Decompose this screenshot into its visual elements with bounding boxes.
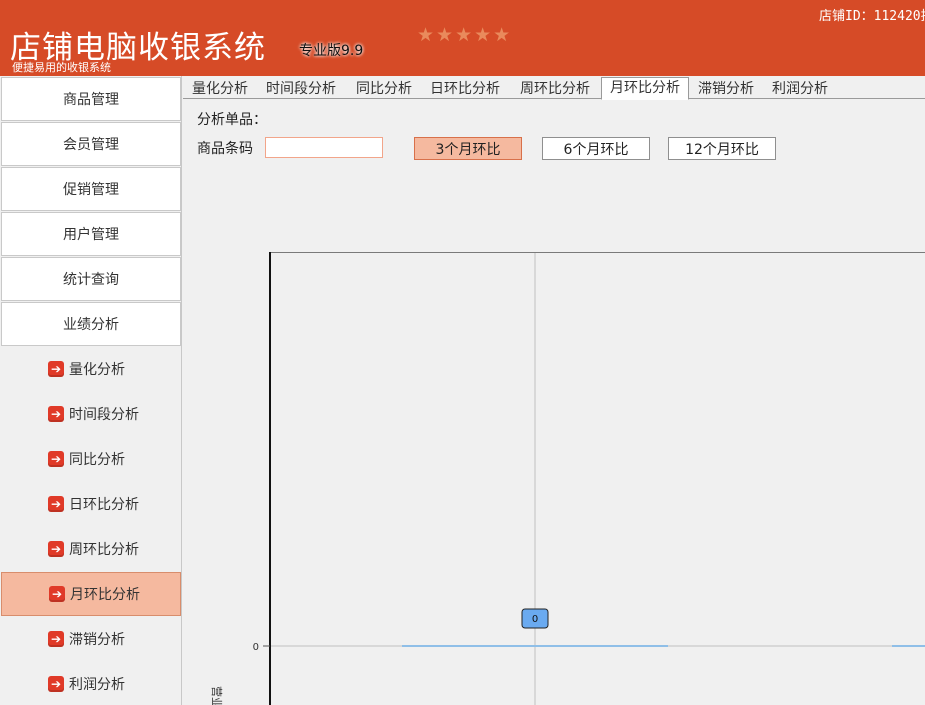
sidebar-subitem-time-period-analysis[interactable]: ➔ 时间段分析: [1, 392, 181, 436]
chart-area: 0 0 营业额: [183, 251, 925, 705]
app-subtitle: 便捷易用的收银系统: [12, 61, 111, 74]
sidebar-item-user-management[interactable]: 用户管理: [1, 212, 181, 256]
arrow-right-icon: ➔: [48, 541, 64, 557]
arrow-right-icon: ➔: [48, 496, 64, 512]
sidebar-item-statistics-query[interactable]: 统计查询: [1, 257, 181, 301]
revenue-chart: 0 0: [253, 252, 925, 705]
sidebar-item-member-management[interactable]: 会员管理: [1, 122, 181, 166]
arrow-right-icon: ➔: [48, 676, 64, 692]
sidebar-item-performance-analysis[interactable]: 业绩分析: [1, 302, 181, 346]
y-tick-label: 0: [253, 642, 259, 653]
tab-yoy-analysis[interactable]: 同比分析: [356, 79, 412, 99]
single-product-label: 分析单品：: [197, 112, 267, 128]
tab-daily-mom-analysis[interactable]: 日环比分析: [430, 79, 500, 99]
rating-stars-icon: ★★★★★: [417, 24, 513, 46]
main-panel: 量化分析 时间段分析 同比分析 日环比分析 周环比分析 月环比分析 滞销分析 利…: [183, 76, 925, 705]
barcode-input[interactable]: [265, 137, 383, 158]
data-label-point: 0: [521, 608, 549, 629]
arrow-right-icon: ➔: [48, 361, 64, 377]
sidebar-subitem-slow-moving-analysis[interactable]: ➔ 滞销分析: [1, 617, 181, 661]
sidebar-subitem-yoy-analysis[interactable]: ➔ 同比分析: [1, 437, 181, 481]
sidebar-subitem-daily-mom-analysis[interactable]: ➔ 日环比分析: [1, 482, 181, 526]
sidebar-subitem-quantitative-analysis[interactable]: ➔ 量化分析: [1, 347, 181, 391]
sidebar-subitem-monthly-mom-analysis[interactable]: ➔ 月环比分析: [1, 572, 181, 616]
three-month-mom-button[interactable]: 3个月环比: [414, 137, 522, 160]
arrow-right-icon: ➔: [48, 631, 64, 647]
tab-monthly-mom-analysis[interactable]: 月环比分析: [601, 77, 689, 100]
tab-time-period-analysis[interactable]: 时间段分析: [266, 79, 336, 99]
arrow-right-icon: ➔: [48, 406, 64, 422]
arrow-right-icon: ➔: [48, 451, 64, 467]
twelve-month-mom-button[interactable]: 12个月环比: [668, 137, 776, 160]
barcode-label: 商品条码: [197, 141, 253, 157]
plot-background: [269, 252, 925, 705]
store-id-label: 店铺ID：112420技: [819, 9, 925, 24]
sidebar-subitem-weekly-mom-analysis[interactable]: ➔ 周环比分析: [1, 527, 181, 571]
analysis-content: 分析单品： 商品条码 3个月环比 6个月环比 12个月环比 0 0 营业额: [183, 100, 925, 705]
sidebar-item-product-management[interactable]: 商品管理: [1, 77, 181, 121]
tab-quantitative-analysis[interactable]: 量化分析: [192, 79, 248, 99]
tab-slow-moving-analysis[interactable]: 滞销分析: [698, 79, 754, 99]
y-axis-label: 营业额: [210, 686, 223, 705]
app-version: 专业版9.9: [299, 43, 364, 59]
sidebar-subitem-profit-analysis[interactable]: ➔ 利润分析: [1, 662, 181, 705]
tab-profit-analysis[interactable]: 利润分析: [772, 79, 828, 99]
app-header: 店铺电脑收银系统 专业版9.9 便捷易用的收银系统 ★★★★★ 店铺ID：112…: [0, 0, 925, 76]
sidebar-item-promotion-management[interactable]: 促销管理: [1, 167, 181, 211]
six-month-mom-button[interactable]: 6个月环比: [542, 137, 650, 160]
tab-bar: 量化分析 时间段分析 同比分析 日环比分析 周环比分析 月环比分析 滞销分析 利…: [183, 76, 925, 100]
sidebar: 商品管理 会员管理 促销管理 用户管理 统计查询 业绩分析 ➔ 量化分析 ➔ 时间段…: [0, 76, 182, 705]
tab-weekly-mom-analysis[interactable]: 周环比分析: [520, 79, 590, 99]
arrow-right-icon: ➔: [49, 586, 65, 602]
data-label-text: 0: [532, 614, 538, 625]
